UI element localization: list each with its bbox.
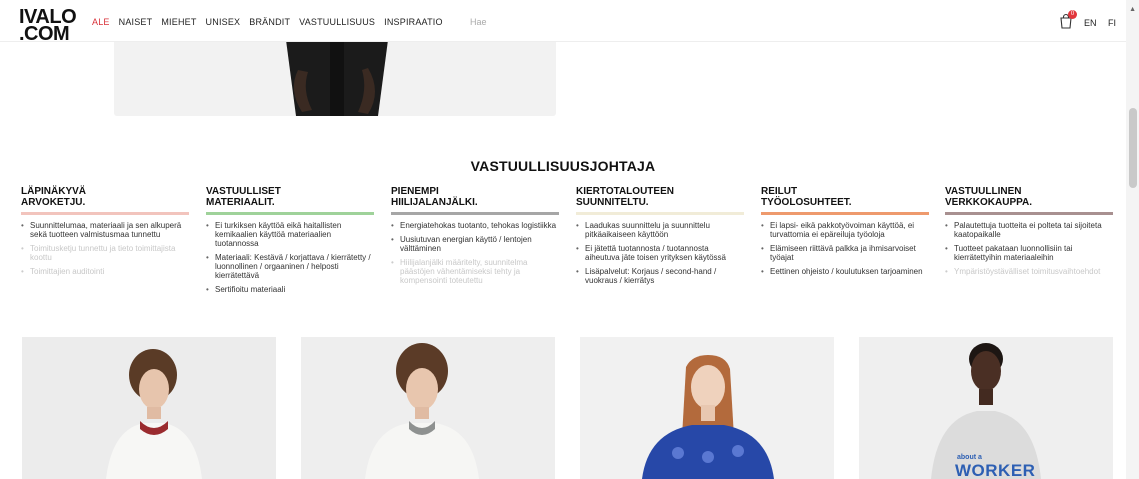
product-image (301, 337, 555, 479)
pillar-heading: VASTUULLISET MATERIAALIT. (206, 186, 281, 208)
pillar-heading: VASTUULLINEN VERKKOKAUPPA. (945, 186, 1033, 208)
nav-item-inspiraatio[interactable]: INSPIRAATIO (384, 17, 443, 27)
product-image (22, 337, 276, 479)
pillar-criteria-list: Ei turkiksen käyttöä eikä haitallisten k… (206, 221, 374, 294)
criteria-item: Palautettuja tuotteita ei polteta tai si… (945, 221, 1113, 239)
criteria-item: Eettinen ohjeisto / koulutuksen tarjoami… (761, 267, 929, 276)
hero-model-figure (286, 40, 388, 116)
pillar-criteria-list: Energiatehokas tuotanto, tehokas logisti… (391, 221, 559, 285)
section-title: VASTUULLISUUSJOHTAJA (470, 158, 656, 174)
pillar-criteria-list: Palautettuja tuotteita ei polteta tai si… (945, 221, 1113, 276)
criteria-item: Laadukas suunnittelu ja suunnittelu pitk… (576, 221, 744, 239)
criteria-item: Elämiseen riittävä palkka ja ihmisarvois… (761, 244, 929, 262)
product-card[interactable]: about a WORKER (859, 337, 1113, 479)
search-box (462, 7, 1054, 37)
pillar-color-bar (576, 212, 744, 215)
nav-item-vastuullisuus[interactable]: VASTUULLISUUS (299, 17, 375, 27)
pillar-color-bar (206, 212, 374, 215)
pillar-criteria-list: Ei lapsi- eikä pakkotyövoiman käyttöä, e… (761, 221, 929, 276)
sweatshirt-print-small: about a (957, 454, 982, 461)
language-en[interactable]: EN (1084, 18, 1097, 28)
criteria-item: Toimittajien auditointi (21, 267, 189, 276)
product-image (580, 337, 834, 479)
product-image (859, 337, 1113, 479)
criteria-item: Suunnittelumaa, materiaali ja sen alkupe… (21, 221, 189, 239)
pillar-heading: KIERTOTALOUTEEN SUUNNITELTU. (576, 186, 674, 208)
pillar-heading: LÄPINÄKYVÄ ARVOKETJU. (21, 186, 87, 208)
logo[interactable]: IVALO .COM (19, 7, 77, 45)
main-nav: ALE NAISET MIEHET UNISEX BRÄNDIT VASTUUL… (92, 17, 452, 27)
criteria-item: Ei jätettä tuotannosta / tuotannosta aih… (576, 244, 744, 262)
language-fi[interactable]: FI (1108, 18, 1116, 28)
hero-image (114, 40, 556, 116)
pillar-responsible-materials: VASTUULLISET MATERIAALIT. Ei turkiksen k… (206, 186, 374, 299)
product-card[interactable] (301, 337, 555, 479)
pillar-color-bar (391, 212, 559, 215)
nav-item-naiset[interactable]: NAISET (119, 17, 153, 27)
pillar-criteria-list: Suunnittelumaa, materiaali ja sen alkupe… (21, 221, 189, 276)
scrollbar-thumb[interactable] (1129, 108, 1137, 188)
pillar-color-bar (761, 212, 929, 215)
pillar-transparent-value-chain: LÄPINÄKYVÄ ARVOKETJU. Suunnittelumaa, ma… (21, 186, 189, 281)
pillar-color-bar (945, 212, 1113, 215)
pillar-circular-design: KIERTOTALOUTEEN SUUNNITELTU. Laadukas su… (576, 186, 744, 290)
search-input[interactable] (462, 7, 1054, 37)
criteria-item: Sertifioitu materiaali (206, 285, 374, 294)
criteria-item: Toimitusketju tunnettu ja tieto toimitta… (21, 244, 189, 262)
sweatshirt-print-large: WORKER (955, 461, 1036, 479)
page-scrollbar[interactable]: ▲ (1126, 0, 1139, 479)
pillar-criteria-list: Laadukas suunnittelu ja suunnittelu pitk… (576, 221, 744, 285)
product-card[interactable] (580, 337, 834, 479)
pillar-heading: REILUT TYÖOLOSUHTEET. (761, 186, 852, 208)
nav-item-brandit[interactable]: BRÄNDIT (249, 17, 290, 27)
criteria-item: Materiaali: Kestävä / korjattava / kierr… (206, 253, 374, 280)
pillar-smaller-carbon-footprint: PIENEMPI HIILIJALANJÄLKI. Energiatehokas… (391, 186, 559, 290)
pillar-color-bar (21, 212, 189, 215)
site-header: IVALO .COM ALE NAISET MIEHET UNISEX BRÄN… (0, 0, 1126, 45)
scroll-up-icon[interactable]: ▲ (1129, 6, 1136, 13)
criteria-item: Ei turkiksen käyttöä eikä haitallisten k… (206, 221, 374, 248)
pillar-heading: PIENEMPI HIILIJALANJÄLKI. (391, 186, 478, 208)
criteria-item: Energiatehokas tuotanto, tehokas logisti… (391, 221, 559, 230)
logo-line-2: .COM (19, 23, 70, 45)
pillar-responsible-webshop: VASTUULLINEN VERKKOKAUPPA. Palautettuja … (945, 186, 1113, 281)
criteria-item: Tuotteet pakataan luonnollisiin tai kier… (945, 244, 1113, 262)
cart-count-badge: 0 (1068, 10, 1077, 19)
criteria-item: Lisäpalvelut: Korjaus / second-hand / vu… (576, 267, 744, 285)
product-card[interactable] (22, 337, 276, 479)
criteria-item: Hiilijalanjälki määritelty, suunnitelma … (391, 258, 559, 285)
criteria-item: Uusiutuvan energian käyttö / lentojen vä… (391, 235, 559, 253)
nav-item-ale[interactable]: ALE (92, 17, 110, 27)
pillar-fair-working-conditions: REILUT TYÖOLOSUHTEET. Ei lapsi- eikä pak… (761, 186, 929, 281)
criteria-item: Ympäristöystävälliset toimitusvaihtoehdo… (945, 267, 1113, 276)
nav-item-miehet[interactable]: MIEHET (161, 17, 196, 27)
nav-item-unisex[interactable]: UNISEX (206, 17, 241, 27)
criteria-item: Ei lapsi- eikä pakkotyövoiman käyttöä, e… (761, 221, 929, 239)
